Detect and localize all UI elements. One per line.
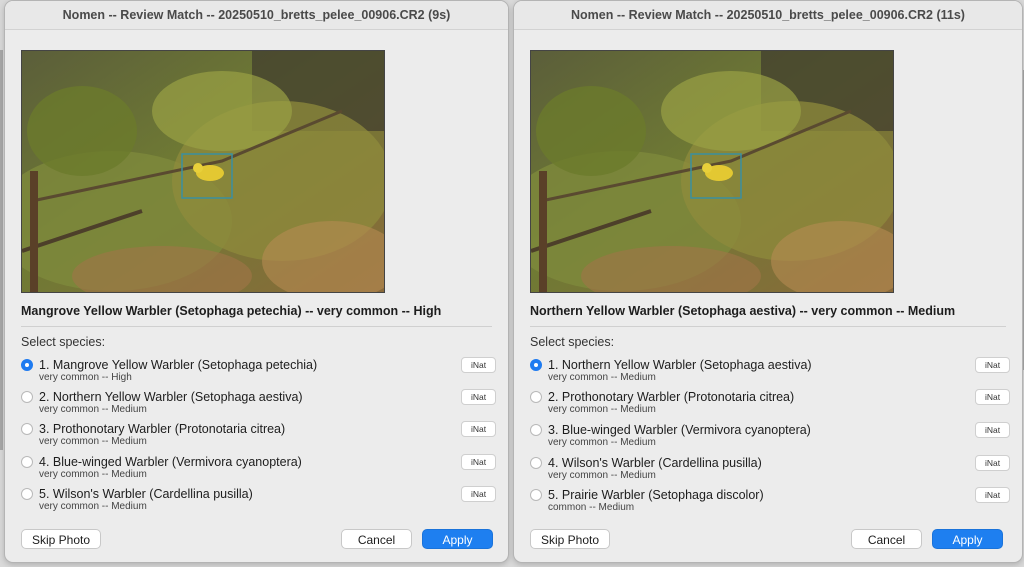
species-detail: very common -- Medium xyxy=(548,404,656,415)
species-name: 2. Prothonotary Warbler (Protonotaria ci… xyxy=(548,390,795,404)
species-name: 1. Mangrove Yellow Warbler (Setophaga pe… xyxy=(39,358,318,372)
radio-unselected[interactable] xyxy=(21,391,33,403)
species-option-4[interactable]: 4. Wilson's Warbler (Cardellina pusilla)… xyxy=(530,455,1010,488)
apply-button[interactable]: Apply xyxy=(932,529,1003,549)
cancel-button[interactable]: Cancel xyxy=(851,529,922,549)
radio-selected[interactable] xyxy=(21,359,33,371)
divider xyxy=(530,326,1006,327)
skip-photo-button[interactable]: Skip Photo xyxy=(21,529,101,549)
inat-button[interactable]: iNat xyxy=(461,454,496,470)
species-option-5[interactable]: 5. Wilson's Warbler (Cardellina pusilla)… xyxy=(21,486,496,519)
bird-photo xyxy=(21,50,385,293)
radio-unselected[interactable] xyxy=(530,489,542,501)
species-name: 3. Prothonotary Warbler (Protonotaria ci… xyxy=(39,422,286,436)
inat-button[interactable]: iNat xyxy=(975,357,1010,373)
radio-selected[interactable] xyxy=(530,359,542,371)
species-option-5[interactable]: 5. Prairie Warbler (Setophaga discolor) … xyxy=(530,487,1010,520)
species-detail: very common -- Medium xyxy=(39,501,147,512)
best-match-summary: Northern Yellow Warbler (Setophaga aesti… xyxy=(530,304,956,318)
species-detail: very common -- Medium xyxy=(39,469,147,480)
bird-photo xyxy=(530,50,894,293)
review-match-dialog-left: Nomen -- Review Match -- 20250510_bretts… xyxy=(4,0,509,563)
species-name: 5. Wilson's Warbler (Cardellina pusilla) xyxy=(39,487,253,501)
species-detail: very common -- Medium xyxy=(548,372,656,383)
radio-unselected[interactable] xyxy=(530,424,542,436)
inat-button[interactable]: iNat xyxy=(461,421,496,437)
radio-unselected[interactable] xyxy=(530,391,542,403)
review-match-dialog-right: Nomen -- Review Match -- 20250510_bretts… xyxy=(513,0,1023,563)
species-name: 5. Prairie Warbler (Setophaga discolor) xyxy=(548,488,764,502)
best-match-summary: Mangrove Yellow Warbler (Setophaga petec… xyxy=(21,304,442,318)
select-species-label: Select species: xyxy=(21,335,106,349)
radio-unselected[interactable] xyxy=(21,456,33,468)
species-detail: very common -- Medium xyxy=(548,470,656,481)
species-name: 4. Wilson's Warbler (Cardellina pusilla) xyxy=(548,456,762,470)
species-name: 4. Blue-winged Warbler (Vermivora cyanop… xyxy=(39,455,302,469)
apply-button[interactable]: Apply xyxy=(422,529,493,549)
species-option-4[interactable]: 4. Blue-winged Warbler (Vermivora cyanop… xyxy=(21,454,496,487)
species-option-3[interactable]: 3. Blue-winged Warbler (Vermivora cyanop… xyxy=(530,422,1010,455)
species-option-3[interactable]: 3. Prothonotary Warbler (Protonotaria ci… xyxy=(21,421,496,454)
species-detail: common -- Medium xyxy=(548,502,635,513)
inat-button[interactable]: iNat xyxy=(461,486,496,502)
select-species-label: Select species: xyxy=(530,335,615,349)
radio-unselected[interactable] xyxy=(21,488,33,500)
species-option-1[interactable]: 1. Mangrove Yellow Warbler (Setophaga pe… xyxy=(21,357,496,390)
species-detail: very common -- Medium xyxy=(39,404,147,415)
inat-button[interactable]: iNat xyxy=(975,422,1010,438)
inat-button[interactable]: iNat xyxy=(975,455,1010,471)
window-title: Nomen -- Review Match -- 20250510_bretts… xyxy=(5,1,508,30)
skip-photo-button[interactable]: Skip Photo xyxy=(530,529,610,549)
species-detail: very common -- Medium xyxy=(548,437,656,448)
radio-unselected[interactable] xyxy=(530,457,542,469)
inat-button[interactable]: iNat xyxy=(975,389,1010,405)
divider xyxy=(21,326,492,327)
background-strip-left xyxy=(0,50,3,450)
inat-button[interactable]: iNat xyxy=(975,487,1010,503)
species-option-1[interactable]: 1. Northern Yellow Warbler (Setophaga ae… xyxy=(530,357,1010,390)
cancel-button[interactable]: Cancel xyxy=(341,529,412,549)
radio-unselected[interactable] xyxy=(21,423,33,435)
species-name: 3. Blue-winged Warbler (Vermivora cyanop… xyxy=(548,423,811,437)
species-detail: very common -- High xyxy=(39,372,132,383)
species-option-2[interactable]: 2. Prothonotary Warbler (Protonotaria ci… xyxy=(530,389,1010,422)
species-name: 1. Northern Yellow Warbler (Setophaga ae… xyxy=(548,358,812,372)
window-title: Nomen -- Review Match -- 20250510_bretts… xyxy=(514,1,1022,30)
inat-button[interactable]: iNat xyxy=(461,357,496,373)
species-name: 2. Northern Yellow Warbler (Setophaga ae… xyxy=(39,390,303,404)
inat-button[interactable]: iNat xyxy=(461,389,496,405)
species-detail: very common -- Medium xyxy=(39,436,147,447)
species-option-2[interactable]: 2. Northern Yellow Warbler (Setophaga ae… xyxy=(21,389,496,422)
